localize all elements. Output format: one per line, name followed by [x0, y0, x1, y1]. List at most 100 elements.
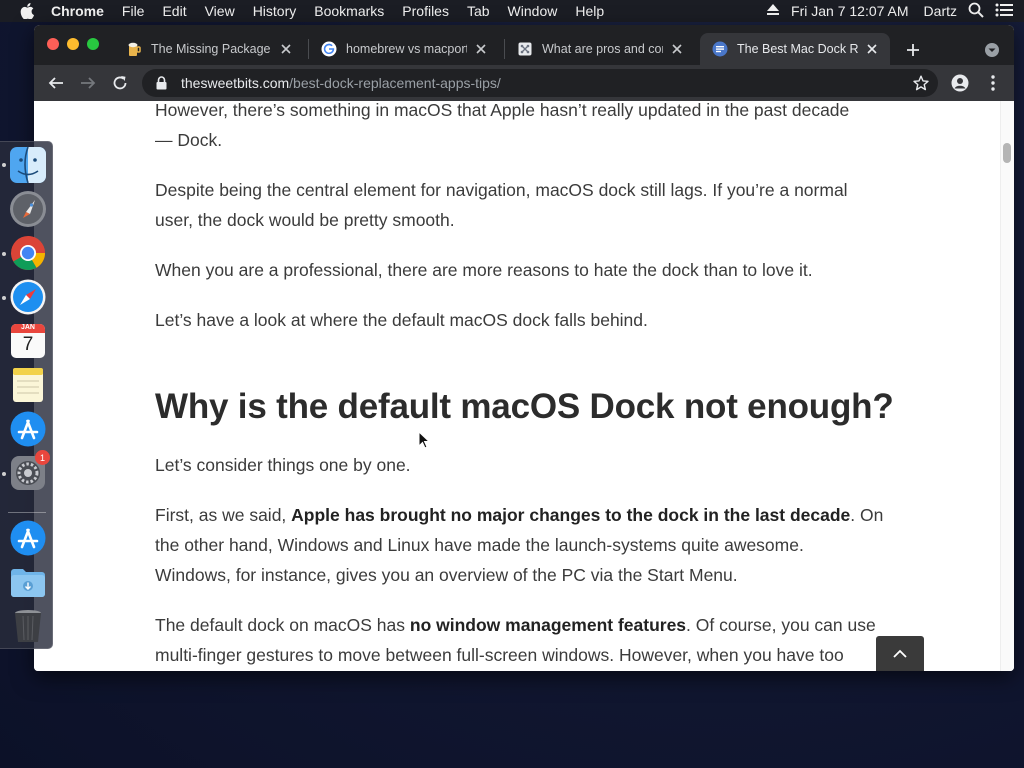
text-line: The default dock on macOS has no window …: [155, 610, 877, 640]
text-run: . On: [850, 505, 884, 525]
app-store-downloads-icon[interactable]: [9, 519, 47, 557]
safari-icon[interactable]: [9, 278, 47, 316]
running-indicator: [2, 296, 6, 300]
menubar-user-name[interactable]: Dartz: [924, 3, 957, 19]
google-icon: [321, 41, 337, 57]
mouse-cursor-icon: [418, 430, 431, 449]
menu-bar: Chrome File Edit View History Bookmarks …: [0, 0, 1024, 22]
tab-sweetbits-active[interactable]: The Best Mac Dock Re: [700, 33, 890, 65]
menu-file[interactable]: File: [113, 0, 154, 22]
sweetbits-icon: [712, 41, 728, 57]
text-line: the other hand, Windows and Linux have m…: [155, 535, 804, 555]
paragraph: However, there’s something in macOS that…: [155, 101, 877, 155]
tab-title: The Missing Package M: [151, 42, 272, 56]
text-line: However, there’s something in macOS that…: [155, 101, 850, 120]
chrome-window: The Missing Package M homebrew vs macpor…: [34, 25, 1014, 671]
menu-tab[interactable]: Tab: [458, 0, 499, 22]
page-content: However, there’s something in macOS that…: [34, 101, 1014, 671]
trash-icon[interactable]: [9, 607, 47, 645]
menu-app-name[interactable]: Chrome: [49, 0, 113, 22]
paragraph: When you are a professional, there are m…: [155, 260, 813, 280]
calendar-day: 7: [22, 334, 34, 355]
window-close-button[interactable]: [47, 38, 59, 50]
tab-homebrew[interactable]: The Missing Package M: [114, 33, 304, 65]
eject-icon[interactable]: [766, 3, 780, 19]
page-scrollbar[interactable]: [1000, 101, 1014, 671]
lock-icon[interactable]: [154, 76, 168, 90]
stackexchange-icon: [517, 41, 533, 57]
menu-profiles[interactable]: Profiles: [393, 0, 458, 22]
paragraph: The default dock on macOS has no window …: [155, 610, 877, 670]
dock-divider: [8, 512, 46, 513]
calendar-month: JAN: [20, 324, 35, 331]
scrollbar-thumb[interactable]: [1003, 143, 1011, 163]
back-to-top-button[interactable]: [876, 636, 924, 671]
text-run: . Of course, you can use: [686, 615, 876, 635]
menu-history[interactable]: History: [244, 0, 306, 22]
tab-search-icon[interactable]: [982, 40, 1002, 60]
menu-edit[interactable]: Edit: [153, 0, 195, 22]
finder-icon[interactable]: [9, 146, 47, 184]
tab-title: The Best Mac Dock Re: [737, 42, 858, 56]
bold-text: no window management features: [409, 615, 687, 635]
paragraph: Let’s consider things one by one.: [155, 455, 411, 475]
text-line: First, as we said, Apple has brought no …: [155, 500, 883, 530]
window-minimize-button[interactable]: [67, 38, 79, 50]
menubar-clock[interactable]: Fri Jan 7 12:07 AM: [791, 3, 909, 19]
menu-bookmarks[interactable]: Bookmarks: [305, 0, 393, 22]
apple-menu-icon[interactable]: [18, 2, 36, 20]
notification-center-icon[interactable]: [995, 3, 1013, 20]
menu-window[interactable]: Window: [499, 0, 567, 22]
reload-icon[interactable]: [109, 72, 131, 94]
launchpad-icon[interactable]: [9, 190, 47, 228]
tab-google-search[interactable]: homebrew vs macports: [309, 33, 499, 65]
profile-avatar-icon[interactable]: [949, 72, 971, 94]
tab-title: What are pros and con: [542, 42, 663, 56]
chrome-icon[interactable]: [9, 234, 47, 272]
spotlight-search-icon[interactable]: [968, 2, 984, 21]
address-bar[interactable]: thesweetbits.com/best-dock-replacement-a…: [142, 69, 938, 97]
chevron-up-icon: [893, 649, 907, 658]
window-zoom-button[interactable]: [87, 38, 99, 50]
homebrew-icon: [126, 41, 142, 57]
tab-close-icon[interactable]: [669, 41, 685, 57]
text-line: Despite being the central element for na…: [155, 180, 848, 200]
system-preferences-icon[interactable]: 1: [9, 450, 50, 492]
text-line: — Dock.: [155, 130, 223, 150]
tab-close-icon[interactable]: [473, 41, 489, 57]
paragraph: Let’s have a look at where the default m…: [155, 310, 648, 330]
more-menu-icon[interactable]: [982, 72, 1004, 94]
notification-badge: 1: [35, 450, 50, 465]
dock: JAN 7 1: [0, 141, 53, 649]
tab-strip: The Missing Package M homebrew vs macpor…: [34, 25, 1014, 65]
tab-stackexchange[interactable]: What are pros and con: [505, 33, 695, 65]
running-indicator: [2, 163, 6, 167]
bold-text: Apple has brought no major changes to th…: [291, 505, 851, 525]
calendar-icon[interactable]: JAN 7: [9, 322, 47, 360]
new-tab-button[interactable]: [902, 39, 924, 61]
url-path: /best-dock-replacement-apps-tips/: [289, 75, 501, 91]
forward-arrow-icon[interactable]: [77, 72, 99, 94]
app-store-icon[interactable]: [9, 410, 47, 448]
text-line: user, the dock would be pretty smooth.: [155, 210, 455, 230]
running-indicator: [2, 472, 6, 476]
section-heading: Why is the default macOS Dock not enough…: [155, 387, 894, 426]
url-domain: thesweetbits.com: [181, 75, 290, 91]
text-run: First, as we said,: [155, 505, 292, 525]
back-arrow-icon[interactable]: [45, 72, 67, 94]
notes-icon[interactable]: [9, 366, 47, 404]
running-indicator: [2, 252, 6, 256]
menu-view[interactable]: View: [196, 0, 244, 22]
downloads-folder-icon[interactable]: [9, 563, 47, 601]
text-line: multi-finger gestures to move between fu…: [155, 645, 844, 665]
paragraph: First, as we said, Apple has brought no …: [155, 500, 883, 590]
bookmark-star-icon[interactable]: [912, 74, 930, 92]
tab-close-icon[interactable]: [278, 41, 294, 57]
browser-toolbar: thesweetbits.com/best-dock-replacement-a…: [34, 65, 1014, 101]
tab-title: homebrew vs macports: [346, 42, 467, 56]
text-line: Windows, for instance, gives you an over…: [155, 565, 738, 585]
menu-help[interactable]: Help: [566, 0, 613, 22]
tab-close-icon[interactable]: [864, 41, 880, 57]
text-run: The default dock on macOS has: [155, 615, 410, 635]
paragraph: Despite being the central element for na…: [155, 175, 877, 235]
